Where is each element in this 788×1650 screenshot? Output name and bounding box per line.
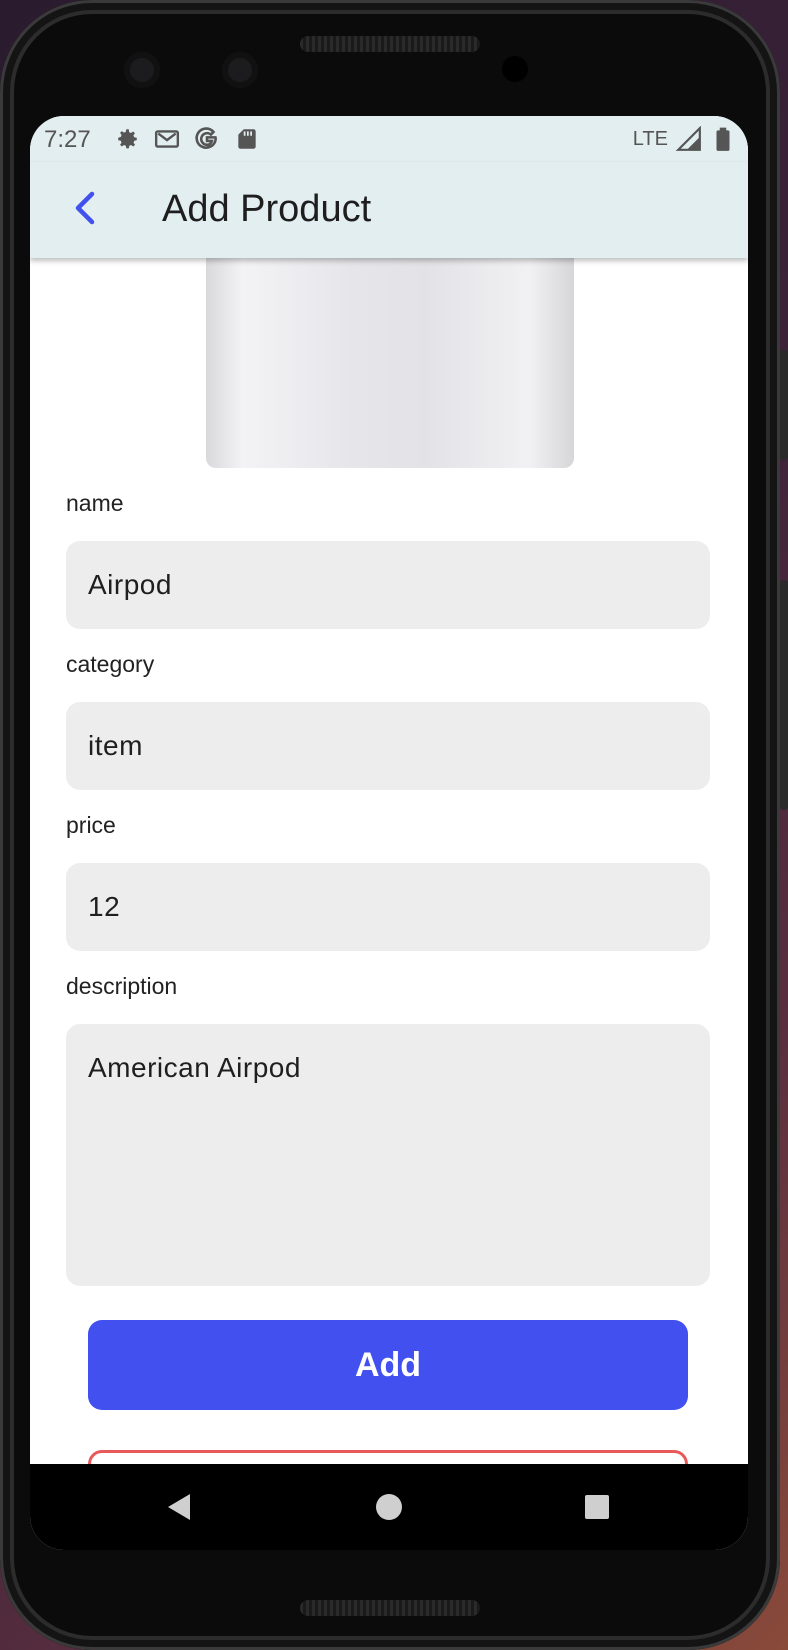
bottom-speaker	[300, 1600, 480, 1616]
app-screen: 7:27 LTE Add Product name Airpod categor…	[30, 116, 748, 1550]
status-bar: 7:27 LTE	[30, 116, 748, 162]
recents-square-icon[interactable]	[582, 1492, 612, 1522]
proximity-sensor	[502, 56, 528, 82]
power-button	[780, 580, 788, 810]
home-circle-icon[interactable]	[374, 1492, 404, 1522]
front-camera-lens	[124, 52, 160, 88]
add-button[interactable]: Add	[88, 1320, 688, 1410]
signal-icon	[676, 126, 701, 151]
network-type: LTE	[632, 127, 668, 150]
name-label: name	[66, 490, 124, 516]
description-label: description	[66, 973, 178, 999]
status-time: 7:27	[44, 126, 91, 153]
price-label: price	[66, 812, 116, 838]
status-system-icons: LTE	[633, 126, 736, 152]
volume-button	[780, 350, 788, 460]
name-field[interactable]: Airpod	[66, 541, 710, 629]
google-icon	[195, 127, 217, 149]
status-notification-icons	[114, 126, 260, 152]
product-image	[206, 256, 574, 468]
chevron-left-icon[interactable]	[62, 184, 110, 232]
system-nav-bar	[30, 1464, 748, 1550]
front-camera-lens	[222, 52, 258, 88]
category-field[interactable]: item	[66, 702, 710, 790]
gear-icon	[118, 129, 137, 149]
top-speaker	[300, 36, 480, 52]
sd-card-icon	[238, 129, 256, 149]
page-title: Add Product	[162, 188, 372, 230]
app-bar: Add Product	[30, 162, 748, 258]
battery-icon	[716, 127, 730, 151]
description-field[interactable]: American Airpod	[66, 1024, 710, 1286]
price-field[interactable]: 12	[66, 863, 710, 951]
back-triangle-icon[interactable]	[164, 1492, 194, 1522]
category-label: category	[66, 651, 155, 677]
gmail-icon	[154, 130, 180, 148]
